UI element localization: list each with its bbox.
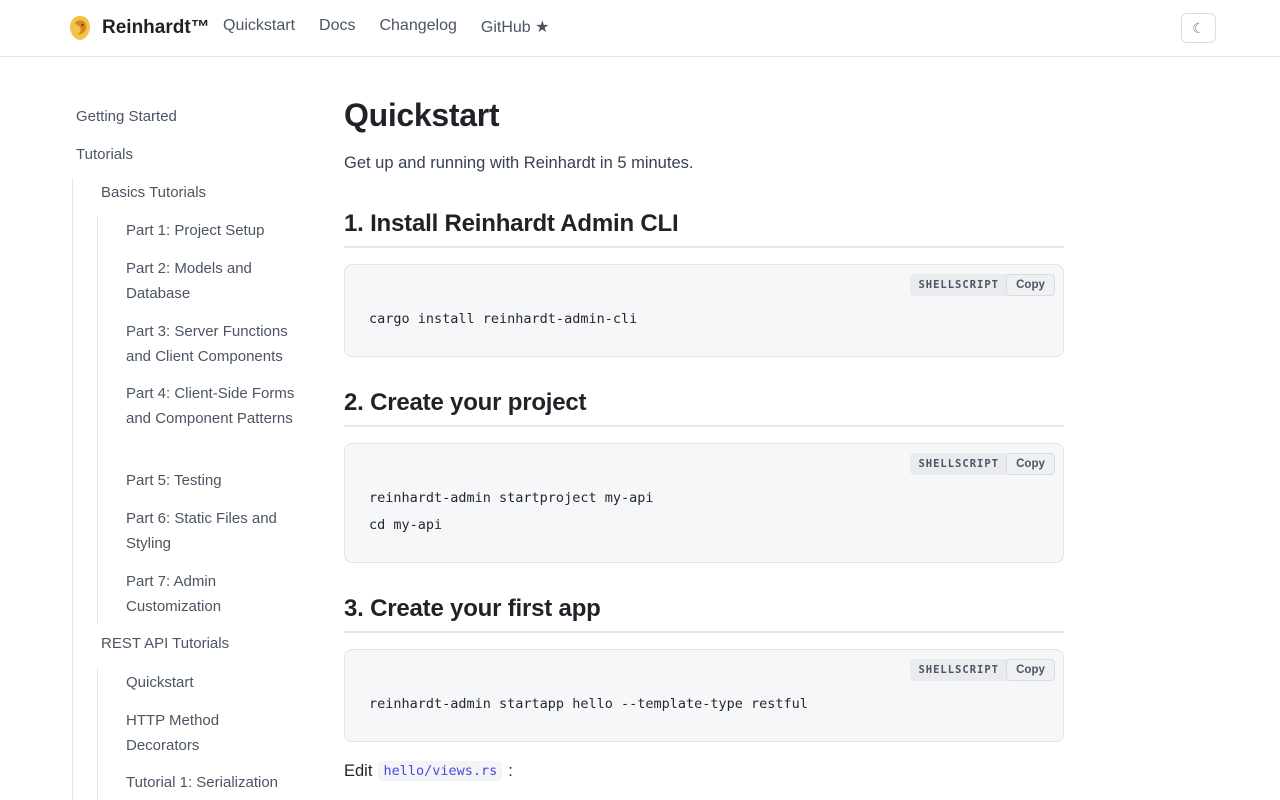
sidebar-item-basics-tutorials[interactable]: Basics Tutorials xyxy=(101,181,301,206)
page-lead: Get up and running with Reinhardt in 5 m… xyxy=(344,154,694,172)
code-line: cd my-api xyxy=(369,517,443,533)
code-language-badge: SHELLSCRIPT xyxy=(910,659,1007,681)
sidebar-rest-rule xyxy=(97,667,98,800)
sidebar-basics-rule xyxy=(97,216,98,624)
sidebar-item-part-1[interactable]: Part 1: Project Setup xyxy=(126,219,296,244)
sidebar-item-part-5[interactable]: Part 5: Testing xyxy=(126,469,296,494)
theme-toggle-button[interactable]: ☾ xyxy=(1181,13,1216,43)
code-line: cargo install reinhardt-admin-cli xyxy=(369,311,638,327)
page-title: Quickstart xyxy=(344,97,500,133)
lion-logo-icon xyxy=(70,16,90,40)
sidebar-item-rest-api-tutorials[interactable]: REST API Tutorials xyxy=(101,632,301,657)
section-heading-first-app: 3. Create your first app xyxy=(344,595,1064,633)
copy-button[interactable]: Copy xyxy=(1006,274,1055,296)
nav-docs[interactable]: Docs xyxy=(319,17,355,37)
main-nav: Quickstart Docs Changelog GitHub ★ xyxy=(223,17,549,37)
top-navbar: Reinhardt™ Quickstart Docs Changelog Git… xyxy=(0,0,1280,57)
sidebar-item-part-7[interactable]: Part 7: Admin Customization xyxy=(126,570,296,619)
sidebar-item-rest-quickstart[interactable]: Quickstart xyxy=(126,671,296,696)
code-language-badge: SHELLSCRIPT xyxy=(910,274,1007,296)
copy-button[interactable]: Copy xyxy=(1006,453,1055,475)
copy-button[interactable]: Copy xyxy=(1006,659,1055,681)
nav-quickstart[interactable]: Quickstart xyxy=(223,17,295,37)
inline-code-filename: hello/views.rs xyxy=(378,761,503,781)
brand-home-link[interactable]: Reinhardt™ xyxy=(68,15,210,41)
sidebar-item-part-4[interactable]: Part 4: Client-Side Forms and Component … xyxy=(126,382,296,431)
code-language-badge: SHELLSCRIPT xyxy=(910,453,1007,475)
moon-icon: ☾ xyxy=(1192,19,1205,36)
nav-github[interactable]: GitHub ★ xyxy=(481,17,550,37)
section-heading-create-project: 2. Create your project xyxy=(344,389,1064,427)
sidebar-item-part-2[interactable]: Part 2: Models and Database xyxy=(126,257,296,306)
sidebar-item-tutorials[interactable]: Tutorials xyxy=(76,143,296,168)
code-line: reinhardt-admin startapp hello --templat… xyxy=(369,696,808,712)
sidebar-item-part-3[interactable]: Part 3: Server Functions and Client Comp… xyxy=(126,320,296,369)
code-block-create-project: SHELLSCRIPT Copy reinhardt-admin startpr… xyxy=(344,443,1064,563)
nav-changelog[interactable]: Changelog xyxy=(379,17,456,37)
brand-name: Reinhardt™ xyxy=(102,17,210,38)
docs-sidebar: Getting Started Tutorials Basics Tutoria… xyxy=(0,57,320,800)
sidebar-item-part-6[interactable]: Part 6: Static Files and Styling xyxy=(126,507,296,556)
edit-instruction: Edit hello/views.rs : xyxy=(344,761,513,781)
sidebar-item-http-method-decorators[interactable]: HTTP Method Decorators xyxy=(126,709,296,758)
code-block-install: SHELLSCRIPT Copy cargo install reinhardt… xyxy=(344,264,1064,357)
sidebar-item-tutorial-1[interactable]: Tutorial 1: Serialization xyxy=(126,771,296,796)
edit-prefix: Edit xyxy=(344,761,373,780)
sidebar-item-getting-started[interactable]: Getting Started xyxy=(76,105,296,130)
section-heading-install: 1. Install Reinhardt Admin CLI xyxy=(344,210,1064,248)
code-line: reinhardt-admin startproject my-api xyxy=(369,490,654,506)
code-block-first-app: SHELLSCRIPT Copy reinhardt-admin startap… xyxy=(344,649,1064,742)
sidebar-tutorials-rule xyxy=(72,178,73,800)
edit-suffix: : xyxy=(508,761,513,780)
